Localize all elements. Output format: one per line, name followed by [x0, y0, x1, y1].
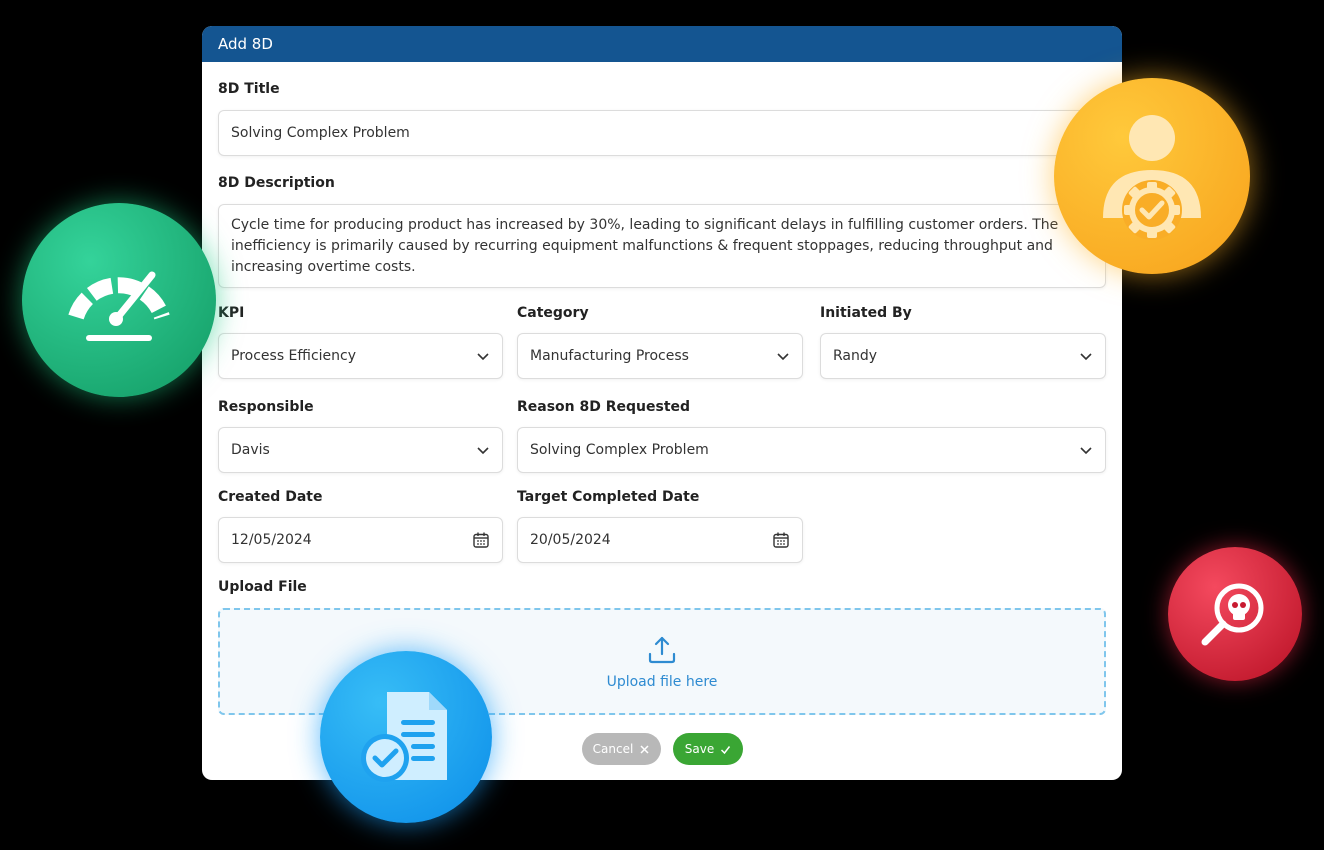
user-gear-badge [1054, 78, 1250, 274]
save-button[interactable]: Save [673, 733, 743, 765]
reason-select[interactable]: Solving Complex Problem [517, 427, 1106, 473]
speedometer-icon [68, 271, 170, 341]
created-date-input[interactable]: 12/05/2024 [218, 517, 503, 563]
calendar-icon[interactable] [472, 531, 490, 549]
chevron-down-icon [477, 353, 489, 361]
reason-label: Reason 8D Requested [517, 399, 691, 415]
initiated-by-select[interactable]: Randy [820, 333, 1106, 379]
kpi-label: KPI [218, 305, 245, 321]
search-skull-badge [1168, 547, 1302, 681]
search-skull-icon [1201, 583, 1264, 646]
calendar-icon[interactable] [772, 531, 790, 549]
category-label: Category [517, 305, 589, 321]
target-date-value: 20/05/2024 [530, 532, 611, 548]
responsible-select[interactable]: Davis [218, 427, 503, 473]
chevron-down-icon [777, 353, 789, 361]
add-8d-dialog: Add 8D 8D Title Solving Complex Problem … [202, 26, 1122, 780]
dialog-title: Add 8D [218, 35, 273, 53]
chevron-down-icon [477, 447, 489, 455]
chevron-down-icon [1080, 447, 1092, 455]
responsible-select-value: Davis [231, 442, 270, 458]
document-check-badge [320, 651, 492, 823]
stage: Add 8D 8D Title Solving Complex Problem … [0, 0, 1324, 850]
reason-select-value: Solving Complex Problem [530, 442, 709, 458]
title-label: 8D Title [218, 81, 280, 97]
speedometer-badge [22, 203, 216, 397]
upload-icon [648, 636, 676, 663]
upload-label: Upload File [218, 579, 307, 595]
responsible-label: Responsible [218, 399, 314, 415]
cancel-button[interactable]: Cancel [582, 733, 661, 765]
description-value: Cycle time for producing product has inc… [231, 217, 1059, 275]
kpi-select[interactable]: Process Efficiency [218, 333, 503, 379]
kpi-select-value: Process Efficiency [231, 348, 356, 364]
description-textarea[interactable]: Cycle time for producing product has inc… [218, 204, 1106, 288]
initiated-by-select-value: Randy [833, 348, 878, 364]
created-date-value: 12/05/2024 [231, 532, 312, 548]
initiated-by-label: Initiated By [820, 305, 912, 321]
dialog-header: Add 8D [202, 26, 1122, 62]
target-date-label: Target Completed Date [517, 489, 700, 505]
save-button-label: Save [684, 742, 715, 756]
document-check-icon [361, 692, 447, 782]
close-icon [640, 744, 649, 754]
cancel-button-label: Cancel [592, 742, 634, 756]
upload-text: Upload file here [606, 673, 718, 690]
target-date-input[interactable]: 20/05/2024 [517, 517, 803, 563]
title-input[interactable]: Solving Complex Problem [218, 110, 1106, 156]
category-select[interactable]: Manufacturing Process [517, 333, 803, 379]
category-select-value: Manufacturing Process [530, 348, 689, 364]
user-gear-icon [1103, 115, 1201, 240]
chevron-down-icon [1080, 353, 1092, 361]
description-label: 8D Description [218, 175, 335, 191]
created-date-label: Created Date [218, 489, 323, 505]
check-icon [721, 745, 731, 754]
title-input-value: Solving Complex Problem [231, 125, 410, 141]
